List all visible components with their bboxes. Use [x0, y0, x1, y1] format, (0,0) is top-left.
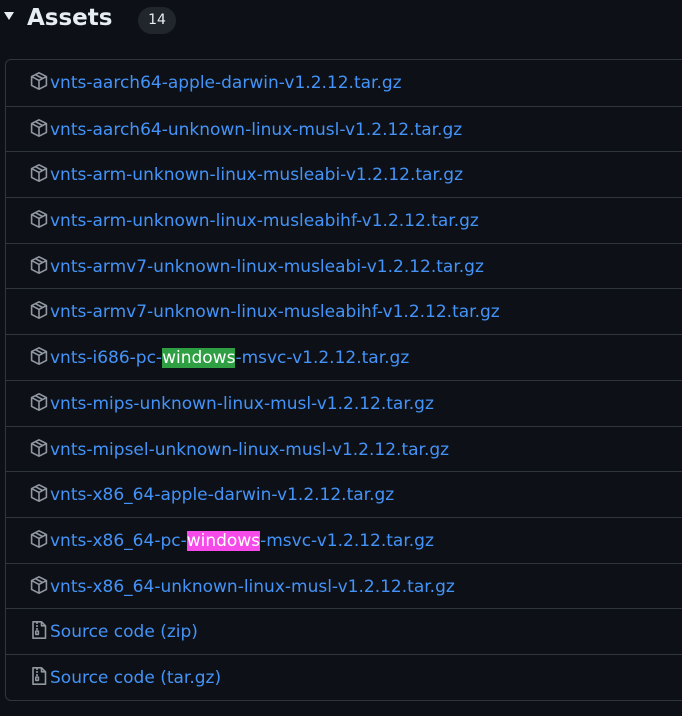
file-zip-icon: [29, 620, 49, 640]
asset-row[interactable]: vnts-mips-unknown-linux-musl-v1.2.12.tar…: [6, 379, 682, 426]
asset-link[interactable]: vnts-aarch64-apple-darwin-v1.2.12.tar.gz: [50, 72, 402, 94]
asset-link[interactable]: vnts-x86_64-apple-darwin-v1.2.12.tar.gz: [50, 484, 394, 506]
package-icon: [29, 209, 49, 229]
asset-row[interactable]: vnts-x86_64-apple-darwin-v1.2.12.tar.gz: [6, 471, 682, 517]
asset-row[interactable]: Source code (zip): [6, 608, 682, 654]
asset-link[interactable]: Source code (tar.gz): [50, 667, 221, 689]
package-icon: [29, 118, 49, 138]
asset-link[interactable]: Source code (zip): [50, 621, 198, 643]
package-icon: [29, 163, 49, 183]
search-highlight: windows: [186, 530, 261, 551]
asset-row[interactable]: vnts-x86_64-unknown-linux-musl-v1.2.12.t…: [6, 562, 682, 609]
package-icon: [29, 71, 49, 91]
package-icon: [29, 392, 49, 412]
package-icon: [29, 575, 49, 595]
asset-link[interactable]: vnts-arm-unknown-linux-musleabi-v1.2.12.…: [50, 164, 463, 186]
asset-link[interactable]: vnts-armv7-unknown-linux-musleabi-v1.2.1…: [50, 256, 484, 278]
asset-row[interactable]: vnts-aarch64-unknown-linux-musl-v1.2.12.…: [6, 105, 682, 152]
asset-name: vnts-aarch64-unknown-linux-musl-v1.2.12.…: [50, 119, 463, 140]
package-icon: [29, 346, 49, 366]
asset-row[interactable]: vnts-armv7-unknown-linux-musleabihf-v1.2…: [6, 288, 682, 334]
package-icon: [29, 529, 49, 549]
asset-row[interactable]: vnts-i686-pc-windows-msvc-v1.2.12.tar.gz: [6, 334, 682, 380]
package-icon: [29, 483, 49, 503]
asset-name: vnts-armv7-unknown-linux-musleabi-v1.2.1…: [50, 256, 484, 277]
asset-name: Source code (zip): [50, 622, 198, 643]
search-highlight: windows: [162, 348, 236, 369]
asset-link[interactable]: vnts-i686-pc-windows-msvc-v1.2.12.tar.gz: [50, 347, 409, 369]
asset-link[interactable]: vnts-arm-unknown-linux-musleabihf-v1.2.1…: [50, 210, 479, 232]
asset-name: vnts-x86_64-pc-: [50, 530, 187, 551]
package-icon: [29, 255, 49, 275]
asset-name: vnts-arm-unknown-linux-musleabihf-v1.2.1…: [50, 211, 479, 232]
asset-name: vnts-mips-unknown-linux-musl-v1.2.12.tar…: [50, 393, 434, 414]
package-icon: [29, 438, 49, 458]
asset-row[interactable]: Source code (tar.gz): [6, 653, 682, 700]
assets-title: Assets: [27, 5, 113, 31]
asset-row[interactable]: vnts-aarch64-apple-darwin-v1.2.12.tar.gz: [6, 60, 682, 106]
assets-header[interactable]: Assets 14: [0, 0, 682, 44]
asset-name: vnts-i686-pc-: [50, 348, 163, 369]
asset-name-suffix: -msvc-v1.2.12.tar.gz: [260, 530, 434, 551]
asset-row[interactable]: vnts-mipsel-unknown-linux-musl-v1.2.12.t…: [6, 425, 682, 472]
asset-name: Source code (tar.gz): [50, 667, 222, 688]
asset-name: vnts-mipsel-unknown-linux-musl-v1.2.12.t…: [50, 439, 450, 460]
asset-link[interactable]: vnts-mipsel-unknown-linux-musl-v1.2.12.t…: [50, 439, 449, 461]
asset-name: vnts-x86_64-unknown-linux-musl-v1.2.12.t…: [50, 576, 455, 597]
assets-count-badge: 14: [138, 7, 176, 34]
asset-link[interactable]: vnts-armv7-unknown-linux-musleabihf-v1.2…: [50, 301, 500, 323]
asset-row[interactable]: vnts-arm-unknown-linux-musleabi-v1.2.12.…: [6, 151, 682, 197]
asset-name: vnts-aarch64-apple-darwin-v1.2.12.tar.gz: [50, 73, 402, 93]
asset-link[interactable]: vnts-x86_64-unknown-linux-musl-v1.2.12.t…: [50, 576, 455, 598]
asset-link[interactable]: vnts-aarch64-unknown-linux-musl-v1.2.12.…: [50, 119, 462, 141]
asset-link[interactable]: vnts-mips-unknown-linux-musl-v1.2.12.tar…: [50, 393, 434, 415]
file-zip-icon: [29, 666, 49, 686]
package-icon: [29, 300, 49, 320]
asset-name: vnts-armv7-unknown-linux-musleabihf-v1.2…: [50, 302, 500, 323]
asset-name: vnts-x86_64-apple-darwin-v1.2.12.tar.gz: [50, 485, 395, 506]
asset-link[interactable]: vnts-x86_64-pc-windows-msvc-v1.2.12.tar.…: [50, 530, 434, 552]
asset-row[interactable]: vnts-x86_64-pc-windows-msvc-v1.2.12.tar.…: [6, 516, 682, 563]
caret-down-icon[interactable]: [4, 12, 14, 20]
asset-name-suffix: -msvc-v1.2.12.tar.gz: [235, 348, 410, 369]
asset-list: vnts-aarch64-apple-darwin-v1.2.12.tar.gz…: [5, 59, 682, 701]
asset-row[interactable]: vnts-armv7-unknown-linux-musleabi-v1.2.1…: [6, 242, 682, 289]
asset-row[interactable]: vnts-arm-unknown-linux-musleabihf-v1.2.1…: [6, 197, 682, 243]
asset-name: vnts-arm-unknown-linux-musleabi-v1.2.12.…: [50, 165, 464, 186]
